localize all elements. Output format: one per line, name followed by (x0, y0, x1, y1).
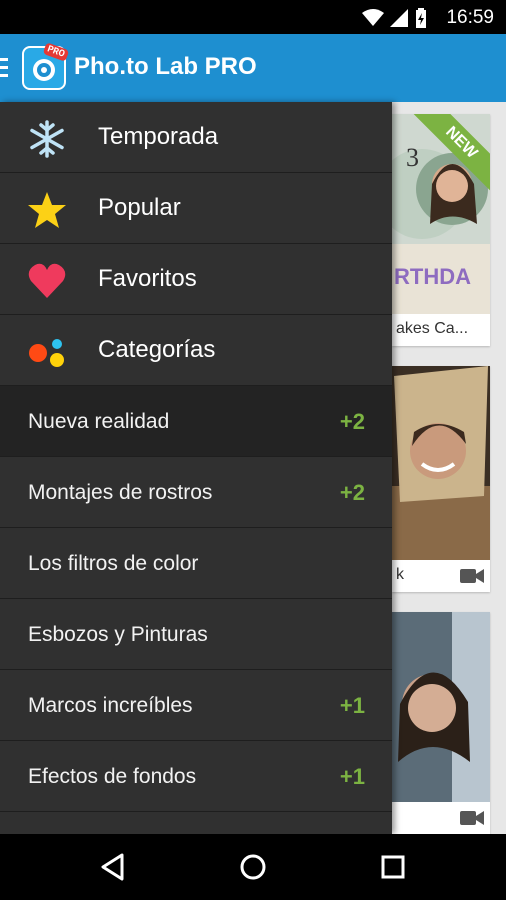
category-item-montajes-de-rostros[interactable]: Montajes de rostros +2 (0, 457, 392, 528)
clock: 16:59 (446, 7, 494, 28)
app-bar: PRO Pho.to Lab PRO (0, 34, 506, 102)
category-count-badge: +2 (339, 480, 365, 505)
effect-card[interactable]: k (392, 366, 490, 592)
drawer-item-categorias[interactable]: Categorías (0, 315, 392, 386)
status-bar: 16:59 (0, 0, 506, 34)
video-icon (460, 811, 484, 825)
heart-icon (28, 263, 66, 298)
drawer-item-label: Categorías (98, 336, 216, 363)
wifi-icon (362, 9, 384, 26)
effect-card[interactable]: 3 RTHDA NEW akes Ca... (392, 114, 490, 346)
effect-thumbnail (392, 612, 490, 802)
category-label: Efectos de fondos (28, 765, 197, 788)
drawer-item-favoritos[interactable]: Favoritos (0, 244, 392, 315)
category-label: Marcos increíbles (28, 694, 193, 717)
drawer-item-popular[interactable]: Popular (0, 173, 392, 244)
category-item-esbozos-y-pinturas[interactable]: Esbozos y Pinturas (0, 599, 392, 670)
app-logo[interactable]: PRO (22, 42, 70, 90)
system-nav-bar (0, 834, 506, 900)
drawer-item-temporada[interactable]: Temporada (0, 102, 392, 173)
category-label: Esbozos y Pinturas (28, 623, 208, 646)
signal-icon (390, 9, 408, 27)
home-icon[interactable] (238, 852, 268, 882)
navigation-drawer: Temporada Popular Favoritos Categorías N… (0, 102, 392, 834)
menu-icon[interactable] (0, 58, 8, 80)
back-icon[interactable] (98, 852, 128, 882)
category-item-nueva-realidad[interactable]: Nueva realidad +2 (0, 386, 392, 457)
drawer-item-label: Temporada (98, 123, 219, 150)
effect-thumbnail (392, 366, 490, 560)
status-icons (362, 8, 428, 28)
drawer-item-label: Popular (98, 194, 181, 221)
category-label: Nueva realidad (28, 410, 170, 433)
category-count-badge: +2 (339, 409, 365, 434)
video-icon (460, 569, 484, 583)
effect-card[interactable] (392, 612, 490, 834)
category-count-badge: +1 (339, 693, 365, 718)
drawer-item-label: Favoritos (98, 265, 197, 292)
category-label: Los filtros de color (28, 552, 199, 575)
snowflake-icon (30, 120, 64, 158)
svg-text:RTHDA: RTHDA (394, 264, 471, 289)
battery-icon (416, 8, 426, 28)
category-item-efectos-de-fondos[interactable]: Efectos de fondos +1 (0, 741, 392, 812)
categories-icon (29, 339, 64, 367)
new-badge: NEW (410, 114, 490, 194)
category-item-marcos-increibles[interactable]: Marcos increíbles +1 (0, 670, 392, 741)
app-title: Pho.to Lab PRO (74, 53, 257, 80)
category-label: Montajes de rostros (28, 481, 213, 504)
recents-icon[interactable] (378, 852, 408, 882)
effects-grid: 3 RTHDA NEW akes Ca... k (392, 102, 506, 834)
star-icon (28, 192, 66, 228)
category-count-badge: +1 (339, 764, 365, 789)
category-item-filtros-de-color[interactable]: Los filtros de color (0, 528, 392, 599)
effect-title: k (396, 566, 404, 583)
effect-title: akes Ca... (396, 320, 469, 337)
